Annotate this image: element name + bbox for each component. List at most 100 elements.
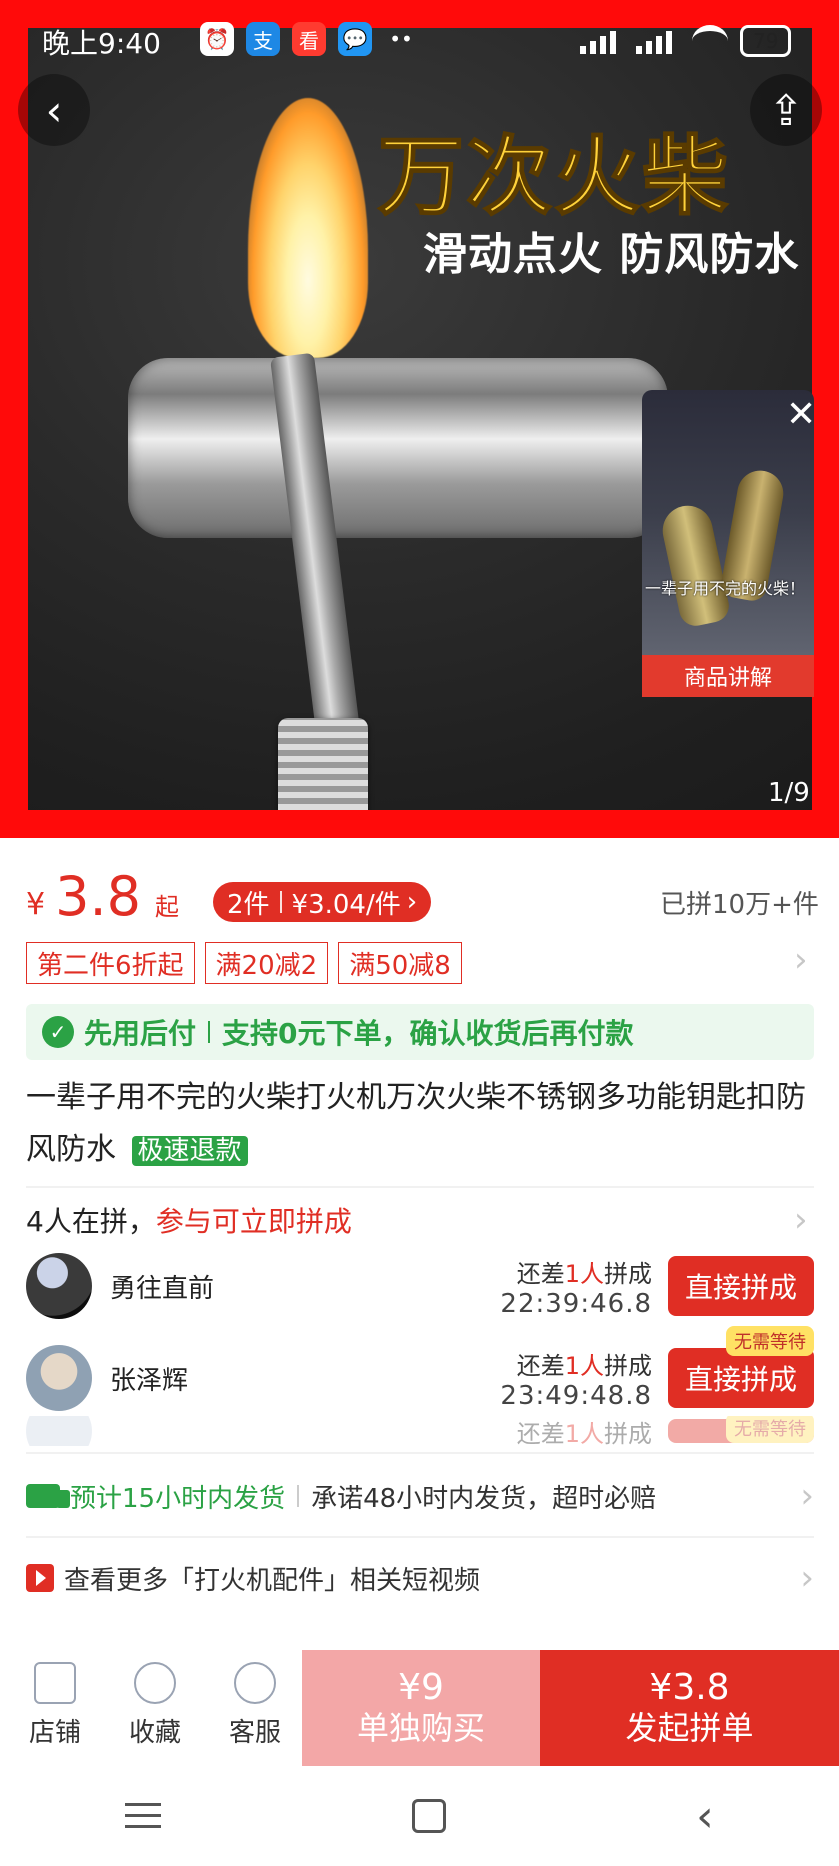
group-user-name: 勇往直前 [110, 1273, 215, 1304]
group-right: 还差1人拼成 无需等待 [517, 1416, 814, 1446]
bundle-price-pill[interactable]: 2件 ¥3.04/件 › [212, 882, 432, 922]
start-group-buy-button[interactable]: ¥3.8 发起拼单 [540, 1650, 839, 1766]
pay-later-banner[interactable]: ✓ 先用后付 支持0元下单，确认收货后再付款 [26, 1004, 814, 1060]
price-row: ¥ 3.8 起 2件 ¥3.04/件 › [26, 865, 432, 928]
divider [26, 1452, 814, 1454]
pay-later-icon: ✓ [42, 1016, 74, 1048]
coupon-tag[interactable]: 第二件6折起 [26, 942, 195, 984]
favorite-button[interactable]: 收藏 [110, 1662, 200, 1749]
share-icon: ⇪ [768, 85, 804, 135]
chevron-right-icon: › [406, 887, 418, 917]
avatar [26, 1416, 92, 1446]
shop-button[interactable]: 店铺 [10, 1662, 100, 1749]
group-row-partial: 还差1人拼成 无需等待 [26, 1416, 814, 1446]
status-prefix: 还差 [516, 1259, 565, 1288]
truck-icon [26, 1484, 70, 1508]
hero-subtitle: 滑动点火 防风防水 [423, 229, 800, 280]
status-time: 晚上9:40 [42, 27, 161, 60]
bundle-qty: 2件 [226, 889, 270, 920]
pill-divider [279, 891, 282, 913]
product-title: 一辈子用不完的火柴打火机万次火柴不锈钢多功能钥匙扣防风防水 极速退款 [26, 1072, 806, 1177]
group-header[interactable]: 4人在拼，参与可立即拼成 [26, 1200, 352, 1240]
favorite-label: 收藏 [128, 1718, 181, 1748]
video-caption[interactable]: 商品讲解 [642, 655, 814, 697]
service-label: 客服 [228, 1718, 281, 1748]
video-inline-text: 一辈子用不完的火柴！ [645, 579, 806, 598]
chevron-right-icon[interactable]: › [794, 1200, 808, 1240]
status-number: 1人 [564, 1259, 604, 1288]
status-icons: 79 [580, 25, 792, 57]
coupon-tag[interactable]: 满50减8 [338, 942, 462, 984]
join-group-button[interactable]: 直接拼成 无需等待 [668, 1326, 814, 1408]
group-user-name: 张泽辉 [110, 1365, 189, 1396]
group-right: 还差1人拼成 22:39:46.8 直接拼成 [500, 1254, 814, 1319]
more-dots-icon: •• [389, 27, 413, 51]
customer-service-button[interactable]: 客服 [210, 1662, 300, 1749]
shipping-strong: 预计15小时内发货 [70, 1483, 286, 1514]
chevron-left-icon: ‹ [45, 85, 63, 135]
divider [26, 1536, 814, 1538]
group-right: 还差1人拼成 23:49:48.8 直接拼成 无需等待 [500, 1326, 814, 1411]
wifi-icon [692, 25, 728, 57]
status-suffix: 拼成 [604, 1259, 652, 1288]
more-videos-row[interactable]: 查看更多「打火机配件」相关短视频 › [26, 1546, 814, 1610]
shop-label: 店铺 [28, 1718, 81, 1748]
signal-icon [580, 28, 624, 54]
no-wait-badge: 无需等待 [726, 1416, 814, 1443]
shipping-text: 承诺48小时内发货，超时必赔 [311, 1483, 657, 1514]
coupon-tag[interactable]: 满20减2 [204, 942, 329, 984]
bottom-action-bar: 店铺 收藏 客服 ¥9 单独购买 ¥3.8 发起拼单 [0, 1650, 839, 1766]
divider [297, 1485, 300, 1507]
divider [26, 1186, 814, 1188]
hero-banner: 万次火柴 滑动点火 防风防水 晚上9:40 ⏰ 支 看 💬 •• 79 ‹ ⇪ … [0, 0, 839, 838]
buy-alone-label: 单独购买 [356, 1709, 485, 1747]
pay-later-text: 支持0元下单，确认收货后再付款 [222, 1017, 634, 1050]
pay-later-strong: 先用后付 [84, 1017, 197, 1050]
rod-knob [278, 718, 368, 810]
group-buy-label: 发起拼单 [625, 1709, 754, 1747]
back-button[interactable]: ‹ [18, 74, 90, 146]
group-header-prefix: 4人在拼， [26, 1205, 156, 1238]
share-button[interactable]: ⇪ [750, 74, 822, 146]
chevron-right-icon: › [800, 1558, 814, 1598]
heart-icon [134, 1662, 176, 1704]
battery-indicator: 79 [740, 25, 792, 57]
chevron-right-icon[interactable]: › [794, 940, 808, 980]
system-nav-bar: ‹ [0, 1766, 839, 1866]
back-icon[interactable]: ‹ [696, 1791, 714, 1842]
status-prefix: 还差 [516, 1351, 565, 1380]
join-group-button[interactable]: 无需等待 [668, 1416, 814, 1443]
status-suffix: 拼成 [604, 1351, 652, 1380]
group-row: 张泽辉 还差1人拼成 23:49:48.8 直接拼成 无需等待 [26, 1326, 814, 1424]
status-number: 1人 [564, 1419, 604, 1447]
status-number: 1人 [564, 1351, 604, 1380]
group-status: 还差1人拼成 23:49:48.8 [500, 1346, 652, 1411]
status-suffix: 拼成 [604, 1419, 652, 1447]
menu-icon[interactable] [125, 1803, 162, 1829]
avatar [26, 1253, 92, 1319]
group-status: 还差1人拼成 [516, 1416, 652, 1447]
signal-icon [636, 28, 680, 54]
home-icon[interactable] [411, 1799, 446, 1833]
lighter-cylinder [128, 358, 668, 538]
price-currency: ¥ [26, 887, 46, 922]
alipay-icon: 支 [246, 22, 280, 56]
more-videos-text: 查看更多「打火机配件」相关短视频 [64, 1565, 481, 1596]
price-main: 3.8 [55, 865, 141, 928]
close-icon[interactable]: ✕ [786, 394, 816, 435]
divider [208, 1021, 211, 1043]
alarm-icon: ⏰ [200, 22, 234, 56]
shipping-row[interactable]: 预计15小时内发货 承诺48小时内发货，超时必赔 › [26, 1464, 814, 1528]
group-status: 还差1人拼成 22:39:46.8 [500, 1254, 652, 1319]
message-icon: 💬 [338, 22, 372, 56]
buy-alone-price: ¥9 [398, 1667, 444, 1708]
buy-alone-button[interactable]: ¥9 单独购买 [302, 1650, 540, 1766]
avatar [26, 1345, 92, 1411]
chevron-right-icon: › [800, 1476, 814, 1516]
join-group-button[interactable]: 直接拼成 [668, 1256, 814, 1316]
chat-bubble-icon [234, 1662, 276, 1704]
group-timer: 22:39:46.8 [500, 1288, 652, 1319]
status-prefix: 还差 [516, 1419, 565, 1447]
coupon-list[interactable]: 第二件6折起 满20减2 满50减8 [26, 942, 462, 984]
status-app-icons: ⏰ 支 看 💬 •• [200, 22, 418, 56]
